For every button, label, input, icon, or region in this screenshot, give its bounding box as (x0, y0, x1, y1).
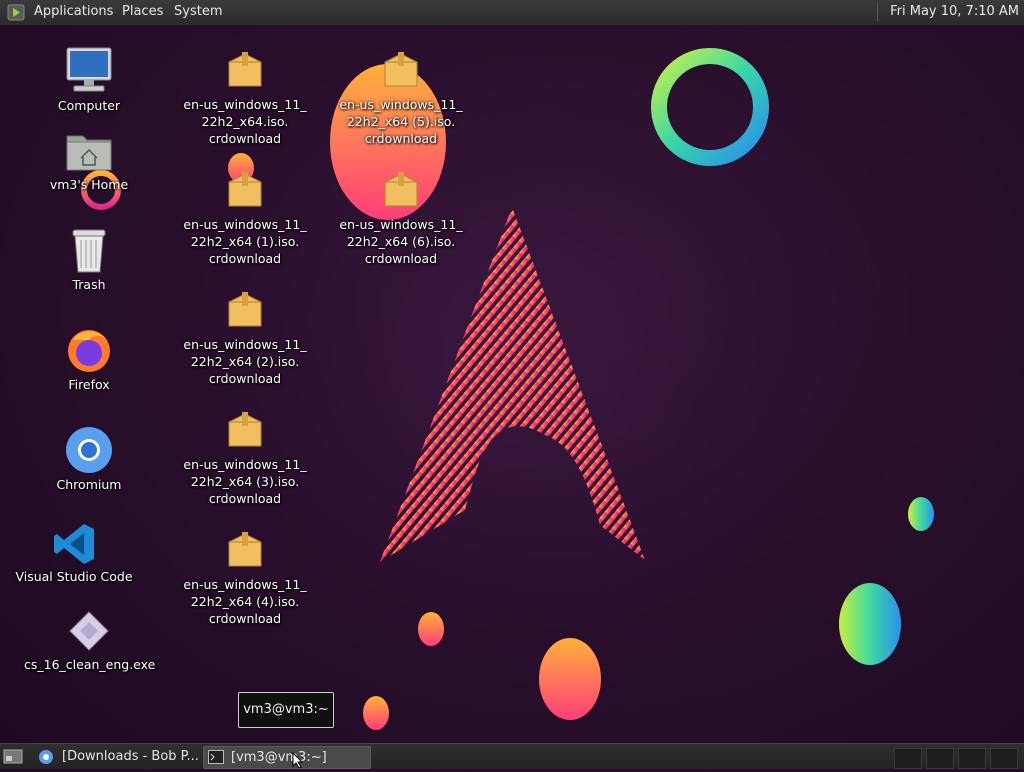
package-icon (227, 50, 263, 90)
desktop-icon-label: Firefox (68, 377, 110, 392)
exe-file-icon (68, 610, 110, 652)
desktop-icon-trash[interactable]: Trash (24, 228, 154, 300)
show-desktop-icon[interactable] (3, 748, 23, 765)
system-menu[interactable]: System (174, 4, 222, 19)
desktop-icon-label: Chromium (56, 477, 122, 492)
firefox-icon (65, 326, 113, 374)
desktop-file[interactable]: en-us_windows_11_ 22h2_x64 (3).iso. crdo… (180, 410, 310, 510)
desktop-icon-vscode[interactable]: Visual Studio Code (9, 520, 139, 592)
desktop-icon-chromium[interactable]: Chromium (24, 426, 154, 498)
desktop-icon-label: Visual Studio Code (15, 569, 133, 584)
taskbar-item-terminal[interactable]: [vm3@vm3:~] (203, 746, 371, 769)
desktop-file[interactable]: en-us_windows_11_ 22h2_x64.iso. crdownlo… (180, 50, 310, 150)
panel-separator (877, 3, 878, 21)
top-panel: Applications Places System Fri May 10, 7… (0, 0, 1024, 26)
workspace-1[interactable] (894, 748, 922, 769)
package-icon (227, 410, 263, 450)
file-label: en-us_windows_11_ 22h2_x64.iso. crdownlo… (183, 97, 307, 146)
file-label: en-us_windows_11_ 22h2_x64 (2).iso. crdo… (183, 337, 307, 386)
file-label: en-us_windows_11_ 22h2_x64 (5).iso. crdo… (339, 97, 463, 146)
desktop-file[interactable]: en-us_windows_11_ 22h2_x64 (6).iso. crdo… (336, 170, 466, 270)
chromium-icon (65, 426, 113, 474)
taskbar-item-label: [Downloads - Bob P... (62, 749, 199, 764)
computer-icon (64, 45, 114, 95)
clock[interactable]: Fri May 10, 7:10 AM (890, 4, 1019, 19)
package-icon (227, 530, 263, 570)
taskbar-item-downloads[interactable]: [Downloads - Bob P... (34, 746, 200, 767)
desktop-icon-exe[interactable]: cs_16_clean_eng.exe (24, 608, 156, 680)
bottom-panel: [Downloads - Bob P... [vm3@vm3:~] (0, 743, 1024, 769)
desktop-file[interactable]: en-us_windows_11_ 22h2_x64 (1).iso. crdo… (180, 170, 310, 270)
desktop-icon-label: cs_16_clean_eng.exe (24, 657, 156, 672)
desktop-file[interactable]: en-us_windows_11_ 22h2_x64 (5).iso. crdo… (336, 50, 466, 150)
workspace-3[interactable] (958, 748, 986, 769)
taskbar-tooltip: vm3@vm3:~ (238, 692, 334, 728)
desktop-icon-label: Computer (57, 98, 121, 113)
workspace-4[interactable] (990, 748, 1018, 769)
file-label: en-us_windows_11_ 22h2_x64 (1).iso. crdo… (183, 217, 307, 266)
applications-menu-icon[interactable] (7, 4, 25, 21)
desktop-icon-label: Trash (72, 277, 106, 292)
vscode-icon (52, 522, 96, 566)
desktop-icon-home[interactable]: vm3's Home (24, 128, 154, 200)
desktop-icon-firefox[interactable]: Firefox (24, 326, 154, 398)
package-icon (227, 290, 263, 330)
package-icon (383, 170, 419, 210)
desktop-icon-computer[interactable]: Computer (24, 45, 154, 117)
file-label: en-us_windows_11_ 22h2_x64 (6).iso. crdo… (339, 217, 463, 266)
desktop-icon-label: vm3's Home (49, 177, 129, 192)
workspace-2[interactable] (926, 748, 954, 769)
desktop-file[interactable]: en-us_windows_11_ 22h2_x64 (4).iso. crdo… (180, 530, 310, 630)
package-icon (227, 170, 263, 210)
desktop-file[interactable]: en-us_windows_11_ 22h2_x64 (2).iso. crdo… (180, 290, 310, 390)
browser-icon (38, 749, 54, 765)
file-label: en-us_windows_11_ 22h2_x64 (4).iso. crdo… (183, 577, 307, 626)
package-icon (383, 50, 419, 90)
file-label: en-us_windows_11_ 22h2_x64 (3).iso. crdo… (183, 457, 307, 506)
home-folder-icon (65, 130, 113, 172)
taskbar-item-label: [vm3@vm3:~] (231, 750, 327, 765)
places-menu[interactable]: Places (122, 4, 163, 19)
applications-menu[interactable]: Applications (34, 4, 113, 19)
mouse-cursor-icon (292, 751, 304, 769)
terminal-icon (208, 750, 224, 764)
trash-icon (69, 228, 109, 274)
